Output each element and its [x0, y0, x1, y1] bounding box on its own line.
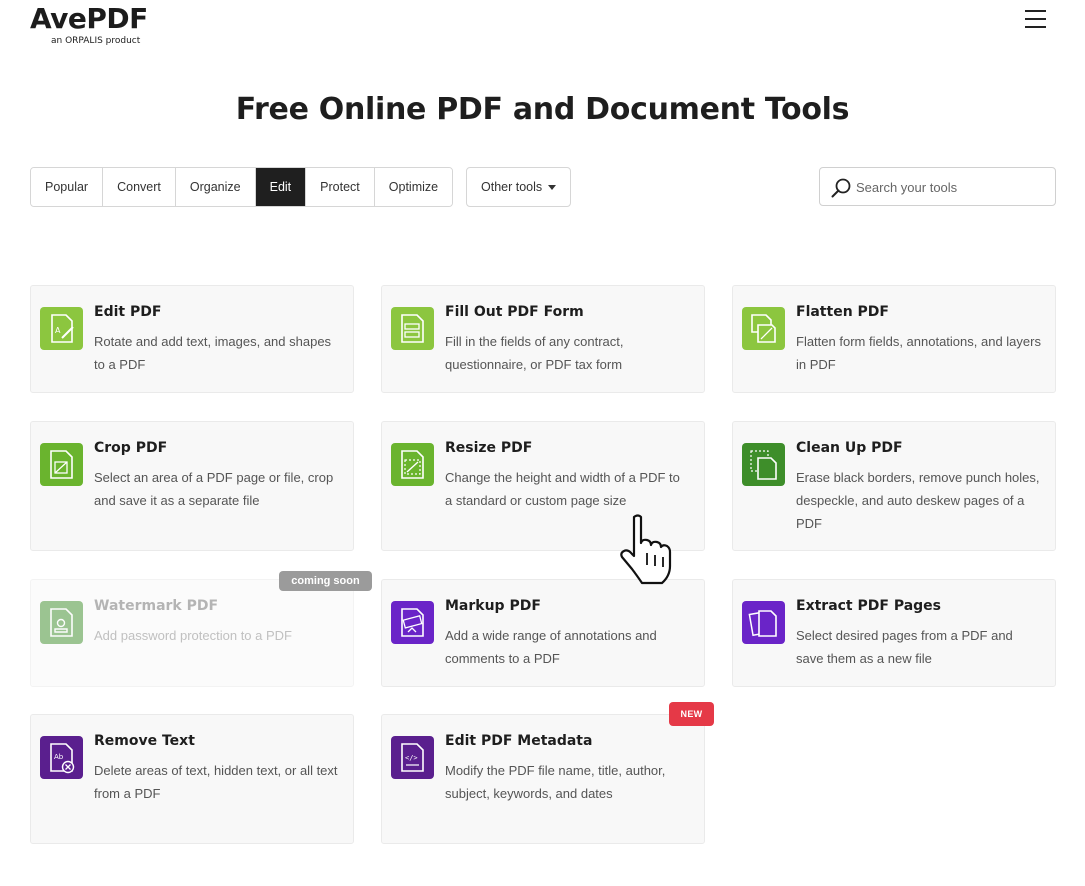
svg-text:A: A	[55, 326, 61, 335]
tool-card-edit-pdf-metadata[interactable]: </> Edit PDF Metadata Modify the PDF fil…	[381, 714, 705, 844]
tab-organize[interactable]: Organize	[175, 168, 256, 206]
svg-text:</>: </>	[405, 754, 418, 762]
tool-card-flatten-pdf[interactable]: Flatten PDF Flatten form fields, annotat…	[732, 285, 1056, 393]
tool-card-title: Fill Out PDF Form	[445, 304, 584, 320]
tool-card-edit-pdf[interactable]: A Edit PDF Rotate and add text, images, …	[30, 285, 354, 393]
caret-down-icon	[548, 185, 556, 190]
svg-text:Ab: Ab	[54, 753, 64, 761]
tool-card-description: Modify the PDF file name, title, author,…	[445, 763, 666, 801]
hand-cursor-icon	[620, 514, 672, 585]
tool-card-title: Watermark PDF	[94, 598, 219, 614]
extract-pages-icon	[742, 601, 785, 644]
category-tabs: Popular Convert Organize Edit Protect Op…	[30, 167, 454, 207]
tool-card-title: Edit PDF Metadata	[445, 733, 593, 749]
tool-card-title: Resize PDF	[445, 440, 533, 456]
form-icon	[391, 307, 434, 350]
coming-soon-badge: coming soon	[279, 571, 372, 591]
tool-card-title: Clean Up PDF	[796, 440, 903, 456]
search-input[interactable]	[856, 176, 1046, 198]
tab-protect[interactable]: Protect	[306, 168, 375, 206]
logo[interactable]: AvePDF an ORPALIS product	[30, 2, 148, 47]
tab-convert[interactable]: Convert	[103, 168, 176, 206]
other-tools-dropdown[interactable]: Other tools	[466, 167, 571, 207]
tool-card-title: Flatten PDF	[796, 304, 889, 320]
tool-card-description: Fill in the fields of any contract, ques…	[445, 334, 624, 372]
tool-card-remove-text[interactable]: Ab Remove Text Delete areas of text, hid…	[30, 714, 354, 844]
remove-text-icon: Ab	[40, 736, 83, 779]
tool-card-crop-pdf[interactable]: Crop PDF Select an area of a PDF page or…	[30, 421, 354, 551]
tool-card-title: Markup PDF	[445, 598, 541, 614]
tool-card-description: Delete areas of text, hidden text, or al…	[94, 763, 338, 801]
tool-card-description: Erase black borders, remove punch holes,…	[796, 470, 1040, 531]
tool-card-title: Crop PDF	[94, 440, 168, 456]
tool-card-description: Change the height and width of a PDF to …	[445, 470, 680, 508]
crop-icon	[40, 443, 83, 486]
tab-popular[interactable]: Popular	[31, 168, 104, 206]
tool-card-description: Add password protection to a PDF	[94, 628, 292, 643]
tool-card-description: Rotate and add text, images, and shapes …	[94, 334, 332, 372]
tool-card-title: Extract PDF Pages	[796, 598, 942, 614]
logo-subtitle: an ORPALIS product	[51, 36, 141, 46]
logo-text: AvePDF	[30, 2, 148, 35]
metadata-icon: </>	[391, 736, 434, 779]
tool-card-title: Remove Text	[94, 733, 195, 749]
tool-card-extract-pdf-pages[interactable]: Extract PDF Pages Select desired pages f…	[732, 579, 1056, 687]
cleanup-icon	[742, 443, 785, 486]
resize-icon	[391, 443, 434, 486]
tool-card-title: Edit PDF	[94, 304, 162, 320]
watermark-icon	[40, 601, 83, 644]
markup-icon	[391, 601, 434, 644]
tool-card-description: Select desired pages from a PDF and save…	[796, 628, 1013, 666]
search-box	[819, 167, 1056, 206]
edit-pdf-icon: A	[40, 307, 83, 350]
header: AvePDF an ORPALIS product	[0, 0, 1085, 60]
new-badge: NEW	[669, 702, 714, 726]
tool-card-description: Add a wide range of annotations and comm…	[445, 628, 657, 666]
tool-card-description: Select an area of a PDF page or file, cr…	[94, 470, 334, 508]
other-tools-label: Other tools	[481, 180, 543, 194]
tab-edit[interactable]: Edit	[255, 168, 307, 206]
hamburger-menu-icon[interactable]	[1025, 10, 1047, 30]
flatten-icon	[742, 307, 785, 350]
tool-card-description: Flatten form fields, annotations, and la…	[796, 334, 1041, 372]
tool-card-markup-pdf[interactable]: Markup PDF Add a wide range of annotatio…	[381, 579, 705, 687]
page-title: Free Online PDF and Document Tools	[235, 92, 850, 127]
tool-card-clean-up-pdf[interactable]: Clean Up PDF Erase black borders, remove…	[732, 421, 1056, 551]
tab-optimize[interactable]: Optimize	[374, 168, 453, 206]
tool-card-fill-out-pdf-form[interactable]: Fill Out PDF Form Fill in the fields of …	[381, 285, 705, 393]
search-icon[interactable]	[830, 177, 852, 199]
tool-card-watermark-pdf: Watermark PDF Add password protection to…	[30, 579, 354, 687]
